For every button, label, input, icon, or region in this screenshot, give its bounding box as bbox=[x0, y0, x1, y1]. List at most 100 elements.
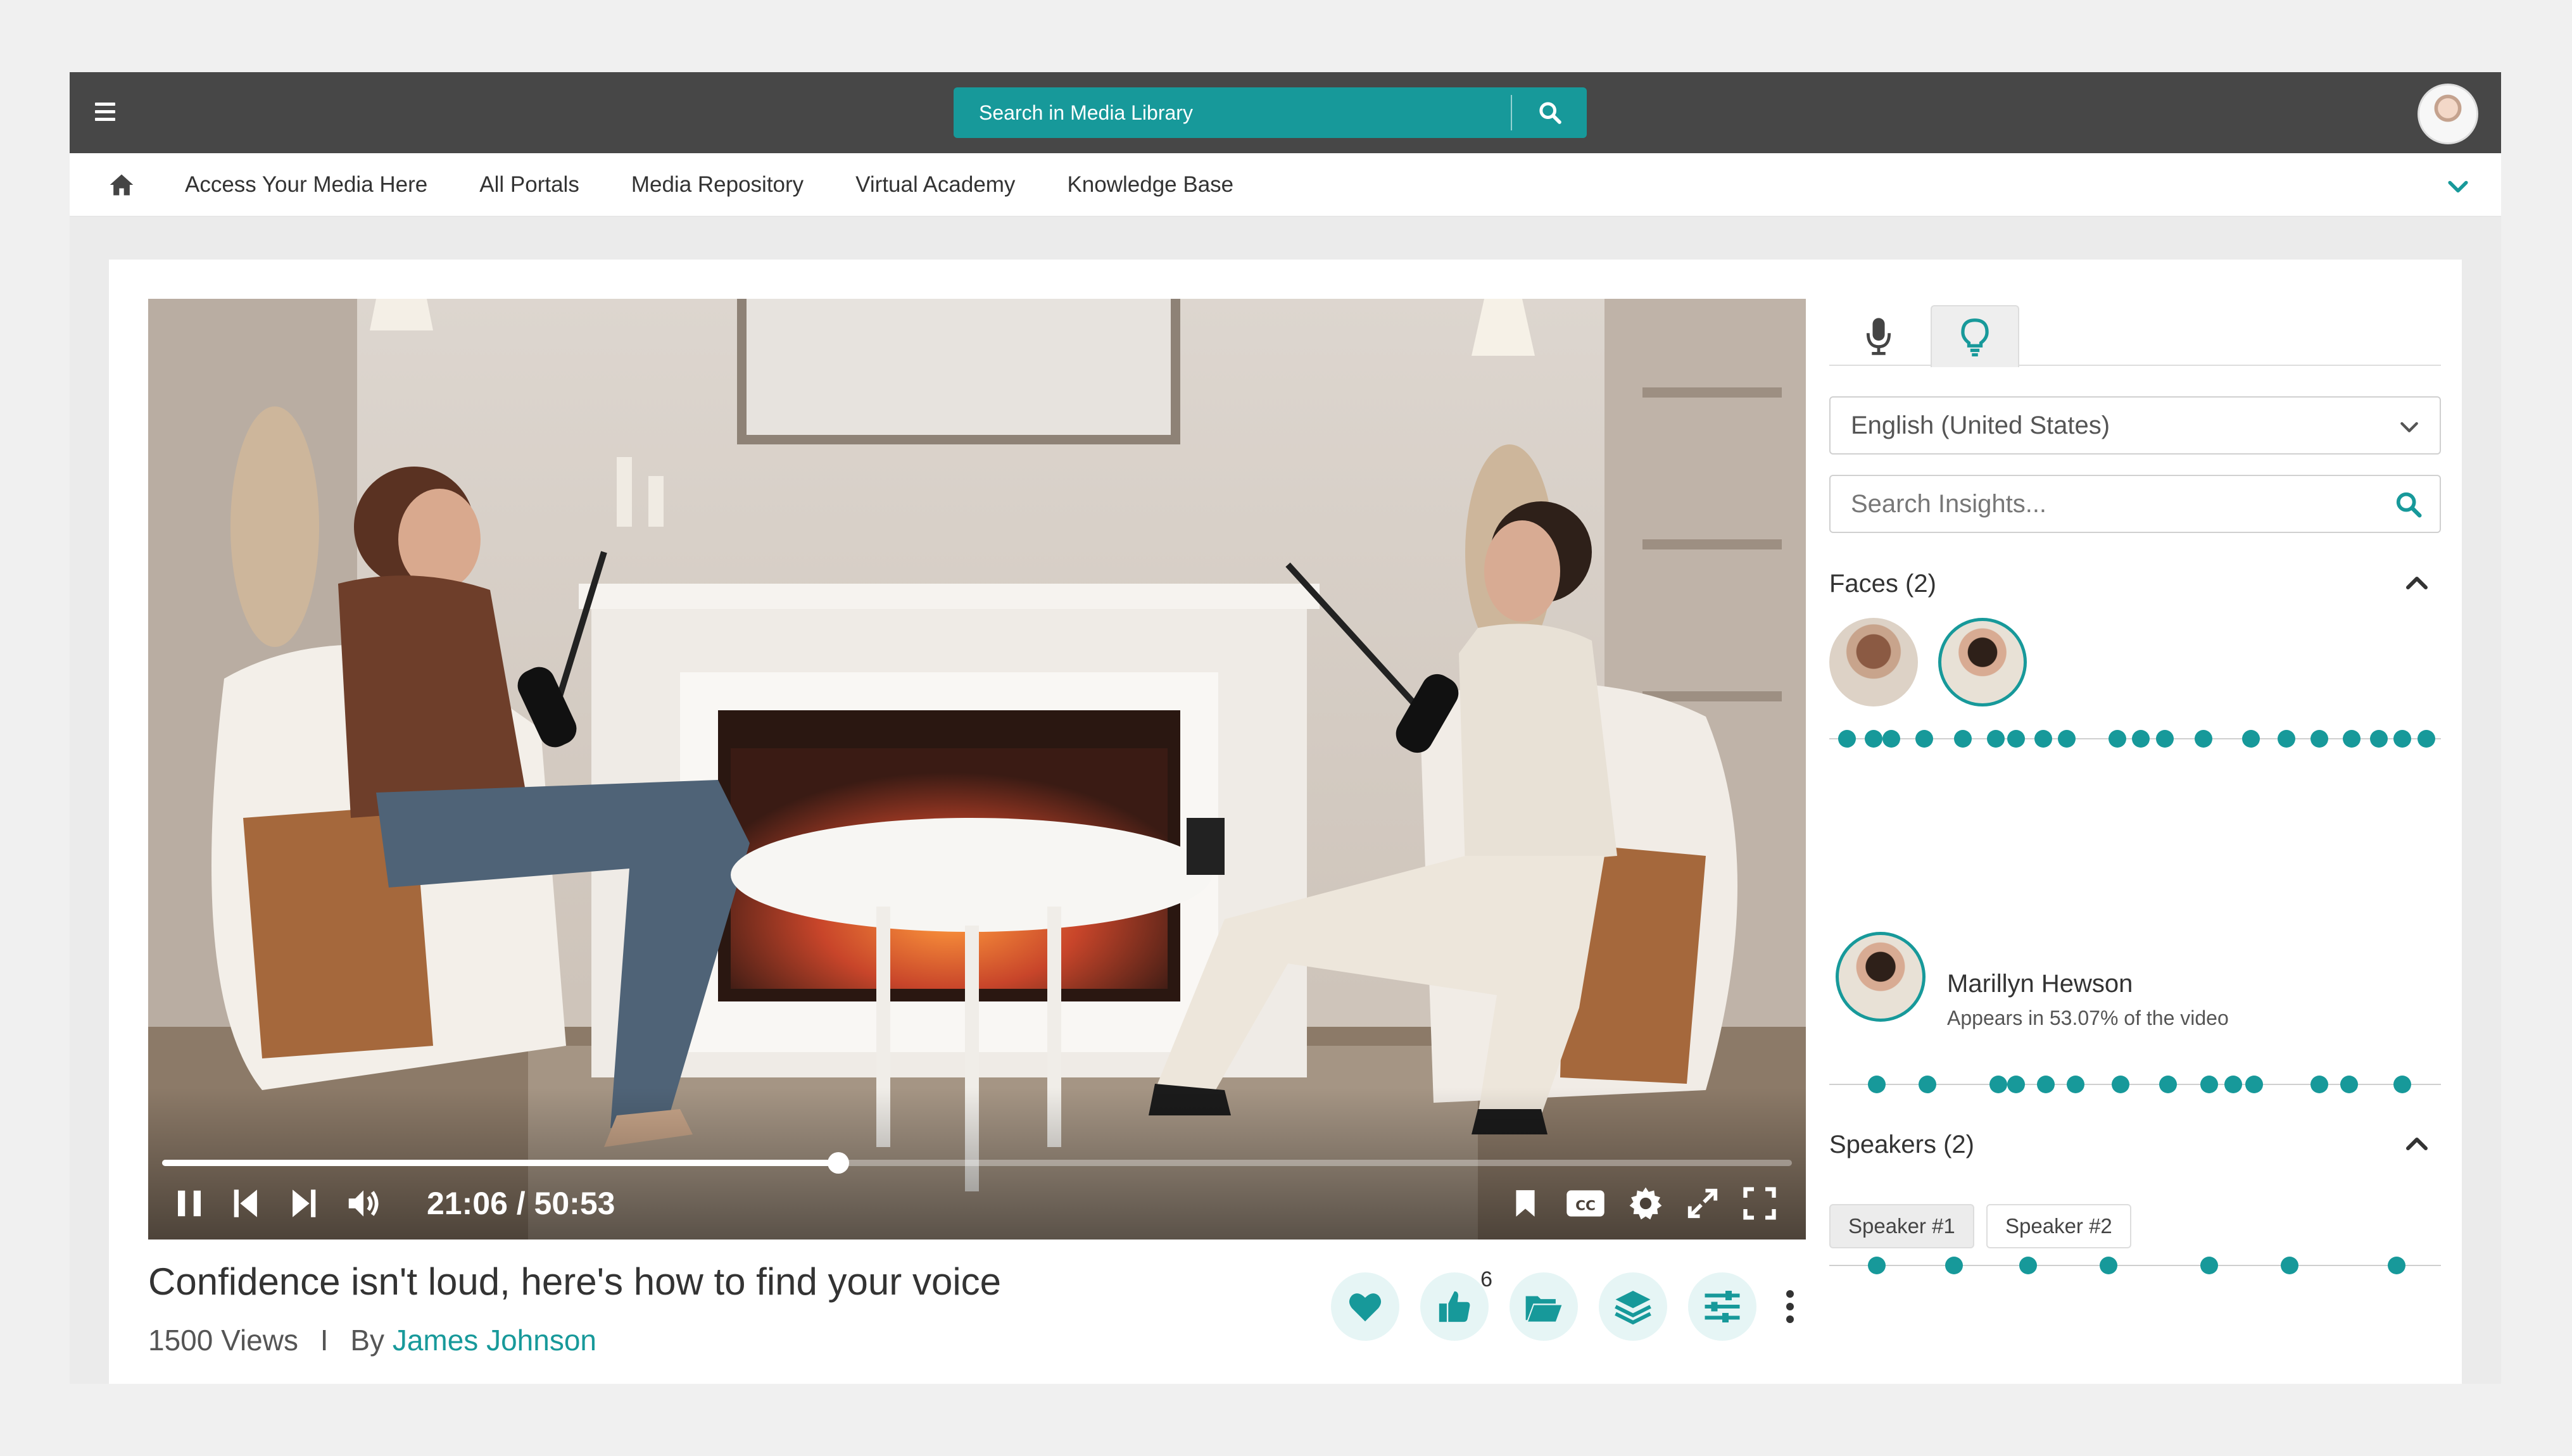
skip-forward-button[interactable] bbox=[281, 1181, 325, 1226]
face-appearance-marker[interactable] bbox=[2007, 730, 2025, 748]
person-appearance-marker[interactable] bbox=[2310, 1076, 2328, 1093]
face-appearance-marker[interactable] bbox=[1865, 730, 1882, 748]
captions-button[interactable]: CC bbox=[1560, 1181, 1611, 1226]
person-appearance-marker[interactable] bbox=[1868, 1076, 1886, 1093]
seek-bar[interactable] bbox=[162, 1152, 1792, 1174]
view-count: 1500 Views bbox=[148, 1324, 298, 1357]
favorite-button[interactable] bbox=[1331, 1272, 1399, 1341]
face-appearance-marker[interactable] bbox=[1954, 730, 1972, 748]
nav-item-access-media[interactable]: Access Your Media Here bbox=[185, 172, 427, 198]
person-appearance-marker[interactable] bbox=[2224, 1076, 2242, 1093]
search-icon[interactable] bbox=[2394, 490, 2423, 519]
person-appearance-marker[interactable] bbox=[2159, 1076, 2177, 1093]
search-button[interactable] bbox=[1513, 87, 1587, 138]
person-appearance-marker[interactable] bbox=[2067, 1076, 2084, 1093]
tab-transcript[interactable] bbox=[1834, 305, 1923, 367]
heart-icon bbox=[1349, 1293, 1382, 1322]
nav-item-all-portals[interactable]: All Portals bbox=[479, 172, 579, 198]
pause-button[interactable] bbox=[167, 1181, 211, 1226]
speaker-segment-marker[interactable] bbox=[2388, 1257, 2405, 1274]
face-appearance-marker[interactable] bbox=[2278, 730, 2295, 748]
fullscreen-icon bbox=[1743, 1187, 1776, 1220]
bookmark-icon bbox=[1516, 1190, 1535, 1217]
speaker-segment-marker[interactable] bbox=[2019, 1257, 2037, 1274]
person-appearance: Appears in 53.07% of the video bbox=[1947, 1007, 2229, 1029]
face-appearance-marker[interactable] bbox=[2418, 730, 2435, 748]
face-appearance-marker[interactable] bbox=[2058, 730, 2076, 748]
chevron-down-icon[interactable] bbox=[2444, 172, 2472, 200]
speaker-segment-marker[interactable] bbox=[1868, 1257, 1886, 1274]
speaker-segment-marker[interactable] bbox=[2281, 1257, 2298, 1274]
face-appearance-marker[interactable] bbox=[1838, 730, 1856, 748]
video-actions: 6 bbox=[1331, 1267, 1803, 1341]
face-appearance-marker[interactable] bbox=[2156, 730, 2174, 748]
expand-button[interactable] bbox=[1680, 1181, 1725, 1226]
face-appearance-marker[interactable] bbox=[2034, 730, 2052, 748]
seek-bar-thumb[interactable] bbox=[828, 1152, 850, 1174]
face-appearance-marker[interactable] bbox=[2109, 730, 2126, 748]
face-appearance-marker[interactable] bbox=[1987, 730, 2005, 748]
language-select[interactable]: English (United States) bbox=[1829, 396, 2441, 455]
video-player[interactable]: 21:06 / 50:53 CC bbox=[148, 299, 1806, 1239]
meta-separator: I bbox=[320, 1324, 329, 1357]
face-appearance-marker[interactable] bbox=[1882, 730, 1900, 748]
video-meta: 1500 Views I By James Johnson bbox=[148, 1323, 596, 1357]
nav-item-media-repository[interactable]: Media Repository bbox=[631, 172, 804, 198]
person-timeline[interactable] bbox=[1829, 1075, 2441, 1094]
like-button[interactable]: 6 bbox=[1420, 1267, 1492, 1341]
face-thumbnail[interactable] bbox=[1829, 618, 1918, 706]
faces-timeline[interactable] bbox=[1829, 729, 2441, 748]
skip-back-button[interactable] bbox=[224, 1181, 268, 1226]
media-library-search-input[interactable] bbox=[954, 87, 1511, 138]
top-bar bbox=[70, 72, 2501, 153]
face-appearance-marker[interactable] bbox=[2393, 730, 2411, 748]
like-count: 6 bbox=[1480, 1267, 1492, 1291]
speaker-chip-2[interactable]: Speaker #2 bbox=[1986, 1204, 2131, 1248]
chevron-down-icon bbox=[2400, 422, 2418, 432]
add-to-collection-button[interactable] bbox=[1599, 1272, 1667, 1341]
user-avatar[interactable] bbox=[2418, 84, 2478, 144]
nav-item-knowledge-base[interactable]: Knowledge Base bbox=[1067, 172, 1233, 198]
person-appearance-marker[interactable] bbox=[2200, 1076, 2218, 1093]
bookmark-button[interactable] bbox=[1503, 1181, 1548, 1226]
home-icon[interactable] bbox=[108, 171, 136, 199]
author-link[interactable]: James Johnson bbox=[393, 1324, 596, 1357]
chevron-up-icon[interactable] bbox=[2402, 568, 2432, 599]
face-thumbnail-selected[interactable] bbox=[1938, 618, 2027, 706]
lightbulb-icon bbox=[1961, 318, 1989, 356]
person-appearance-marker[interactable] bbox=[1989, 1076, 2007, 1093]
more-options-icon[interactable] bbox=[1777, 1272, 1803, 1341]
face-appearance-marker[interactable] bbox=[2370, 730, 2388, 748]
speaker-segment-marker[interactable] bbox=[2100, 1257, 2117, 1274]
insights-search-input[interactable] bbox=[1831, 476, 2388, 532]
face-appearance-marker[interactable] bbox=[2242, 730, 2260, 748]
adjust-settings-button[interactable] bbox=[1688, 1272, 1756, 1341]
person-appearance-marker[interactable] bbox=[2037, 1076, 2055, 1093]
add-to-folder-button[interactable] bbox=[1510, 1272, 1578, 1341]
person-appearance-marker[interactable] bbox=[2007, 1076, 2025, 1093]
person-appearance-marker[interactable] bbox=[2245, 1076, 2263, 1093]
speaker-segment-marker[interactable] bbox=[1945, 1257, 1963, 1274]
person-appearance-marker[interactable] bbox=[2393, 1076, 2411, 1093]
by-label: By bbox=[350, 1324, 385, 1357]
speaker-chip-1[interactable]: Speaker #1 bbox=[1829, 1204, 1974, 1248]
speaker-segment-marker[interactable] bbox=[2200, 1257, 2218, 1274]
fullscreen-button[interactable] bbox=[1737, 1181, 1782, 1226]
chevron-up-icon[interactable] bbox=[2402, 1129, 2432, 1160]
person-appearance-marker[interactable] bbox=[1919, 1076, 1936, 1093]
face-appearance-marker[interactable] bbox=[2132, 730, 2150, 748]
volume-button[interactable] bbox=[338, 1181, 389, 1226]
face-appearance-marker[interactable] bbox=[1915, 730, 1933, 748]
insights-tabs bbox=[1829, 299, 2441, 367]
nav-item-virtual-academy[interactable]: Virtual Academy bbox=[855, 172, 1015, 198]
person-appearance-marker[interactable] bbox=[2340, 1076, 2358, 1093]
face-appearance-marker[interactable] bbox=[2343, 730, 2361, 748]
person-avatar bbox=[1836, 932, 1926, 1022]
tab-insights[interactable] bbox=[1931, 305, 2019, 367]
face-appearance-marker[interactable] bbox=[2310, 730, 2328, 748]
hamburger-menu-icon[interactable] bbox=[95, 103, 115, 123]
speakers-timeline[interactable] bbox=[1829, 1256, 2441, 1275]
face-appearance-marker[interactable] bbox=[2195, 730, 2212, 748]
settings-button[interactable] bbox=[1623, 1181, 1668, 1226]
person-appearance-marker[interactable] bbox=[2112, 1076, 2129, 1093]
